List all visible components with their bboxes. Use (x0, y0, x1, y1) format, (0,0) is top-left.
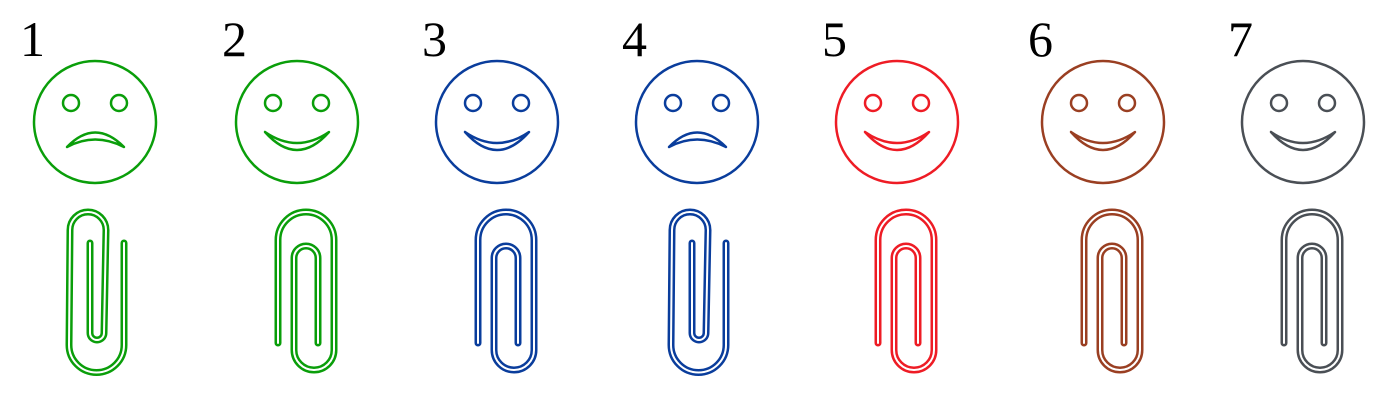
paperclip-highlight (477, 211, 535, 371)
right-eye (1317, 93, 1337, 113)
item-number: 7 (1228, 11, 1253, 67)
smiley-face-icon (434, 59, 560, 185)
item-number: 1 (20, 11, 45, 67)
paperclip-icon (65, 208, 128, 376)
smiley-face-icon (834, 59, 960, 185)
right-eye (711, 93, 731, 113)
item-4: 4 (602, 0, 802, 400)
item-number: 2 (222, 11, 247, 67)
left-eye (863, 93, 883, 113)
paperclip-icon (874, 208, 938, 374)
paperclip-wire (65, 208, 128, 376)
paperclip-wire (1080, 208, 1144, 374)
right-eye (1117, 93, 1137, 113)
smiley-face-icon (1040, 59, 1166, 185)
smile-mouth (463, 130, 531, 152)
right-eye (311, 93, 331, 113)
left-eye (61, 93, 81, 113)
face-outline (32, 59, 158, 185)
smile-mouth (863, 130, 931, 152)
left-eye (1269, 93, 1289, 113)
face-outline (434, 59, 560, 185)
face-outline (1040, 59, 1166, 185)
item-2: 2 (202, 0, 402, 400)
paperclip-icon (667, 208, 730, 376)
paperclip-wire (874, 208, 938, 374)
paperclip-icon (274, 208, 338, 374)
face-outline (634, 59, 760, 185)
item-number: 3 (422, 11, 447, 67)
face-outline (1240, 59, 1366, 185)
item-5: 5 (802, 0, 1002, 400)
item-number: 4 (622, 11, 647, 67)
item-7: 7 (1208, 0, 1400, 400)
item-number: 6 (1028, 11, 1053, 67)
paperclip-highlight (1083, 211, 1141, 371)
smile-mouth (263, 130, 331, 152)
smile-mouth (1269, 130, 1337, 152)
left-eye (463, 93, 483, 113)
right-eye (511, 93, 531, 113)
left-eye (663, 93, 683, 113)
smiley-face-icon (234, 59, 360, 185)
paperclip-wire (667, 208, 730, 376)
frown-mouth (65, 131, 126, 149)
paperclip-wire (1280, 208, 1344, 374)
sad-face-icon (634, 59, 760, 185)
paperclip-highlight (277, 211, 335, 371)
paperclip-highlight (1283, 211, 1341, 371)
item-number: 5 (822, 11, 847, 67)
item-3: 3 (402, 0, 602, 400)
paperclip-wire (274, 208, 338, 374)
right-eye (109, 93, 129, 113)
paperclip-icon (1280, 208, 1344, 374)
item-1: 1 (0, 0, 200, 400)
left-eye (1069, 93, 1089, 113)
frown-mouth (667, 131, 728, 149)
left-eye (263, 93, 283, 113)
right-eye (911, 93, 931, 113)
sad-face-icon (32, 59, 158, 185)
figure: 1 2 3 4 5 6 7 (0, 0, 1400, 400)
paperclip-icon (1080, 208, 1144, 374)
face-outline (834, 59, 960, 185)
smile-mouth (1069, 130, 1137, 152)
item-6: 6 (1008, 0, 1208, 400)
paperclip-highlight (877, 211, 935, 371)
paperclip-highlight (68, 211, 125, 374)
smiley-face-icon (1240, 59, 1366, 185)
paperclip-wire (474, 208, 538, 374)
paperclip-icon (474, 208, 538, 374)
paperclip-highlight (670, 211, 727, 374)
face-outline (234, 59, 360, 185)
